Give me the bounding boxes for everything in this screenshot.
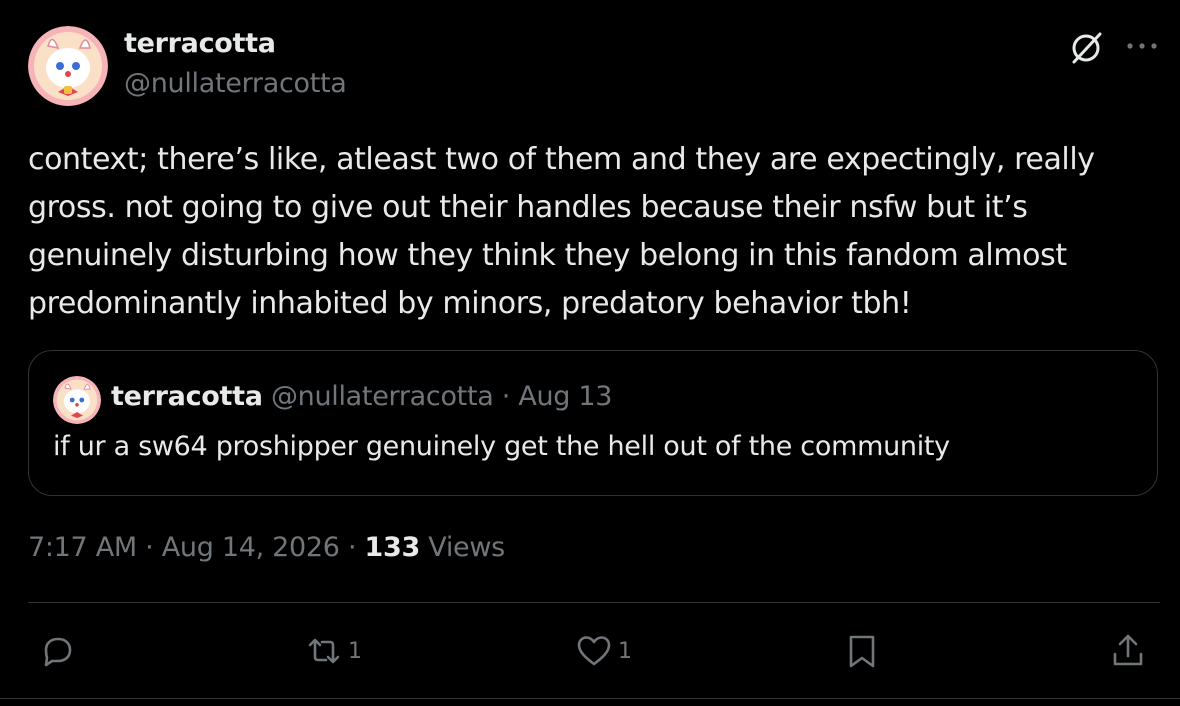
tweet-text: context; there’s like, atleast two of th… [28, 142, 1095, 321]
quote-handle-date: @nullaterracotta · Aug 13 [262, 381, 613, 412]
display-name[interactable]: terracotta [124, 28, 276, 59]
quote-avatar[interactable] [53, 376, 101, 424]
tweet-meta: 7:17 AM · Aug 14, 2026 · 133 Views [28, 532, 505, 563]
retweet-count: 1 [348, 638, 362, 664]
like-icon [574, 631, 614, 671]
retweet-button[interactable]: 1 [304, 630, 362, 672]
like-button[interactable]: 1 [574, 630, 632, 672]
views-count: 133 [364, 532, 421, 563]
grok-icon[interactable] [1066, 28, 1106, 68]
user-handle[interactable]: @nullaterracotta [124, 68, 347, 99]
views-label: Views [419, 532, 505, 563]
bookmark-icon [842, 631, 882, 671]
quote-meta: terracotta @nullaterracotta · Aug 13 [111, 381, 612, 412]
bottom-divider [0, 698, 1180, 699]
quoted-tweet-card[interactable]: terracotta @nullaterracotta · Aug 13 if … [28, 350, 1158, 496]
share-icon [1108, 631, 1148, 671]
timestamp[interactable]: 7:17 AM · Aug 14, 2026 · [28, 532, 365, 563]
retweet-icon [304, 631, 344, 671]
quote-text: if ur a sw64 proshipper genuinely get th… [53, 431, 950, 462]
like-count: 1 [618, 638, 632, 664]
bookmark-button[interactable] [842, 630, 882, 672]
reply-icon [38, 631, 78, 671]
more-icon[interactable] [1124, 34, 1160, 58]
reply-button[interactable] [38, 630, 82, 672]
quote-display-name: terracotta [111, 381, 263, 412]
share-button[interactable] [1108, 630, 1148, 672]
avatar[interactable] [28, 26, 108, 106]
divider [28, 602, 1160, 603]
